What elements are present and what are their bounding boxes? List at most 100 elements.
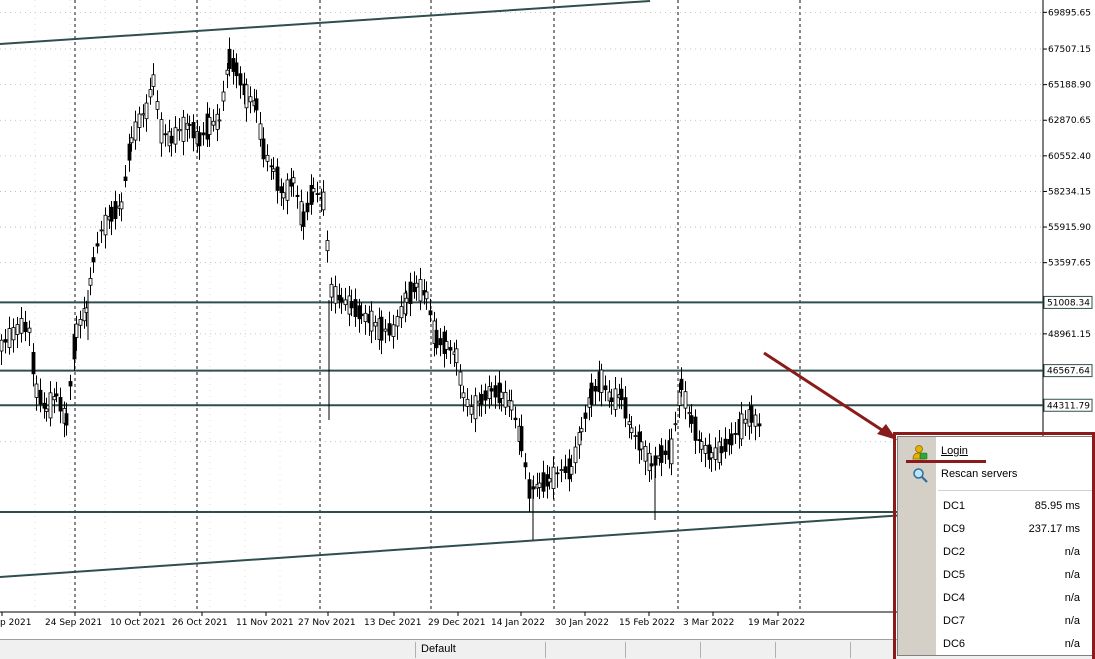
candle-body xyxy=(673,423,678,426)
candle-body xyxy=(689,415,694,424)
server-ping: 237.17 ms xyxy=(1028,523,1080,535)
server-item[interactable]: DC4 n/a xyxy=(898,588,1094,610)
candle-body xyxy=(215,113,220,130)
candle-body xyxy=(151,74,156,87)
candle-body xyxy=(473,395,478,420)
candle-body xyxy=(541,472,546,492)
candle-body xyxy=(238,73,243,86)
candle-body xyxy=(383,328,388,332)
candle-body xyxy=(537,482,542,488)
candle-body xyxy=(52,396,57,401)
menu-separator xyxy=(938,490,1092,491)
candle-body xyxy=(11,327,16,341)
candle-body xyxy=(261,138,266,160)
price-tick-label: 48961.15 xyxy=(1048,330,1091,340)
channel-upper-line[interactable] xyxy=(0,0,651,45)
candle-body xyxy=(659,445,664,463)
server-item[interactable]: DC6 n/a xyxy=(898,634,1094,656)
candles xyxy=(0,37,762,540)
candle-body xyxy=(217,119,222,122)
server-name: DC4 xyxy=(943,592,966,604)
candle-body xyxy=(27,327,32,333)
candle-body xyxy=(231,58,236,72)
annotation-arrow xyxy=(763,351,897,440)
trend-channel[interactable] xyxy=(0,0,906,578)
candle-body xyxy=(163,133,168,136)
server-ping: 85.95 ms xyxy=(1034,500,1080,512)
candle-body xyxy=(444,341,449,350)
candle-body xyxy=(31,351,36,375)
candle-body xyxy=(703,445,708,454)
candle-body xyxy=(643,446,648,462)
server-item[interactable]: DC2 n/a xyxy=(898,542,1094,564)
candle-body xyxy=(311,188,316,193)
server-ping: n/a xyxy=(1064,546,1080,558)
candle-body xyxy=(44,408,49,412)
candle-body xyxy=(95,243,100,247)
status-separator xyxy=(850,642,851,658)
candle-body xyxy=(234,62,239,77)
candle-body xyxy=(42,402,47,409)
candle-body xyxy=(321,191,326,211)
candle-body xyxy=(72,333,77,360)
candle-body xyxy=(683,391,688,409)
candle-body xyxy=(177,128,182,132)
candle-body xyxy=(589,382,594,405)
candle-body xyxy=(757,423,762,427)
status-separator xyxy=(775,642,776,658)
candle-body xyxy=(129,137,134,144)
candle-body xyxy=(399,306,404,319)
candle-body xyxy=(719,446,724,454)
candle-body xyxy=(113,201,118,220)
candle-body xyxy=(493,385,498,398)
date-tick-label: 11 Nov 2021 xyxy=(236,618,294,628)
candle-body xyxy=(448,347,453,351)
price-tick-label: 60552.40 xyxy=(1048,152,1091,162)
date-tick-label: 27 Nov 2021 xyxy=(298,618,356,628)
candle-body xyxy=(551,466,556,489)
server-name: DC9 xyxy=(943,523,966,535)
candle-body xyxy=(629,427,634,433)
candle-body xyxy=(339,297,344,303)
candle-body xyxy=(623,397,628,419)
candle-body xyxy=(305,202,310,213)
chart-grid xyxy=(0,0,1044,613)
candle-body xyxy=(579,428,584,433)
candle-body xyxy=(743,418,748,424)
candle-body xyxy=(291,177,296,184)
candle-body xyxy=(633,435,638,438)
candle-body xyxy=(663,450,668,455)
user-login-icon xyxy=(912,445,928,460)
candle-body xyxy=(483,390,488,401)
price-axis: 69895.65 67507.15 65188.90 62870.65 60552.40… xyxy=(1043,8,1093,461)
candle-body xyxy=(221,91,226,102)
candle-body xyxy=(373,321,378,327)
candle-body xyxy=(424,291,429,300)
server-ping: n/a xyxy=(1064,638,1080,650)
candle-body xyxy=(408,281,413,304)
candle-body xyxy=(697,439,702,441)
candle-body xyxy=(469,406,474,415)
status-separator xyxy=(415,642,416,658)
server-item[interactable]: DC9 237.17 ms xyxy=(898,519,1094,541)
candle-body xyxy=(418,279,423,302)
horizontal-levels[interactable] xyxy=(0,301,1043,407)
candle-body xyxy=(454,348,459,364)
candle-body xyxy=(19,318,24,334)
candle-body xyxy=(465,398,470,407)
candle-body xyxy=(7,328,12,348)
candle-body xyxy=(577,432,582,446)
candle-body xyxy=(713,447,718,460)
server-item[interactable]: DC7 n/a xyxy=(898,611,1094,633)
server-item[interactable]: DC5 n/a xyxy=(898,565,1094,587)
candle-body xyxy=(593,385,598,392)
date-axis: p 2021 24 Sep 2021 10 Oct 2021 26 Oct 2021 1… xyxy=(0,612,805,628)
candle-body xyxy=(679,378,684,391)
rescan-servers-menu-item[interactable]: Rescan servers xyxy=(898,464,1094,486)
profile-name[interactable]: Default xyxy=(421,643,456,655)
server-item[interactable]: DC1 85.95 ms xyxy=(898,496,1094,518)
candle-body xyxy=(109,206,114,222)
channel-lower-line[interactable] xyxy=(0,514,906,578)
candle-body xyxy=(693,416,698,441)
candle-body xyxy=(91,257,96,263)
